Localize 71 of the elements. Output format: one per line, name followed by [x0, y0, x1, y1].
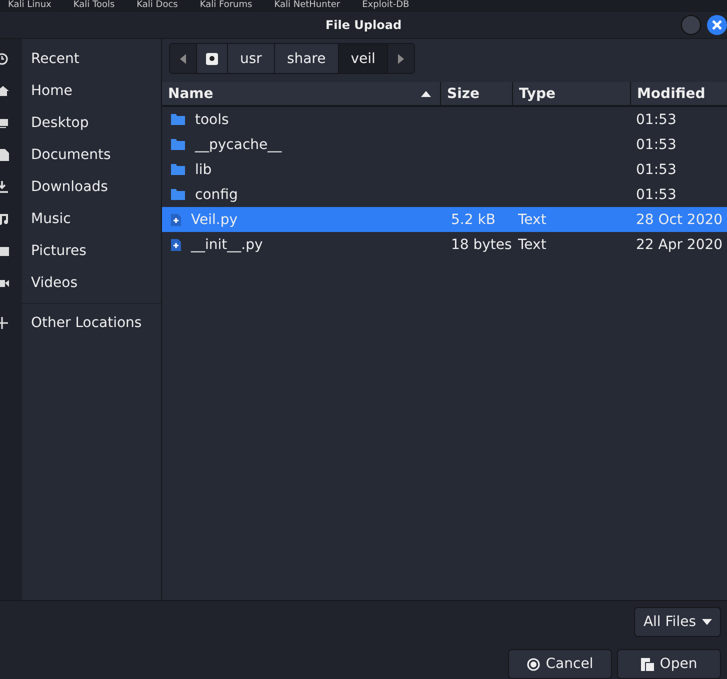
file-name: __init__.py: [191, 236, 263, 252]
folder-icon: [171, 164, 185, 175]
back-button[interactable]: [170, 44, 197, 73]
sort-up-icon: [421, 90, 431, 96]
drive-icon: [206, 52, 218, 64]
file-row[interactable]: __init__.py 18 bytes Text 22 Apr 2020: [162, 232, 727, 257]
image-icon: [0, 244, 10, 258]
column-header[interactable]: Name: [162, 82, 441, 105]
file-name: __pycache__: [195, 136, 282, 152]
bookmark-link[interactable]: Kali Tools: [73, 0, 115, 12]
path-segment[interactable]: share: [274, 44, 339, 73]
file-size: 5.2 kB: [451, 212, 496, 228]
bookmark-link[interactable]: Kali NetHunter: [274, 0, 340, 12]
music-note-icon: [0, 212, 10, 226]
sidebar-item[interactable]: Recent: [0, 43, 161, 75]
window-title: File Upload: [325, 18, 402, 32]
column-header[interactable]: Modified: [631, 82, 727, 105]
clock-icon: [0, 52, 10, 66]
plus-icon: [0, 316, 10, 330]
caret-icon: [702, 619, 712, 625]
sidebar-item[interactable]: Downloads: [0, 171, 161, 203]
bookmark-link[interactable]: Kali Linux: [8, 0, 52, 12]
cancel-button[interactable]: Cancel: [508, 649, 612, 679]
download-icon: [0, 180, 10, 194]
sidebar-item[interactable]: Music: [0, 203, 161, 235]
sidebar-item[interactable]: Documents: [0, 139, 161, 171]
file-size: 18 bytes: [451, 236, 512, 252]
left-arrow-icon: [180, 54, 186, 64]
column-header[interactable]: Type: [513, 82, 631, 105]
open-icon: [640, 658, 654, 670]
right-arrow-icon: [398, 54, 404, 64]
file-name: config: [195, 186, 238, 202]
modified-date: 01:53: [636, 112, 676, 128]
file-type: Text: [518, 236, 546, 252]
sidebar-item[interactable]: Videos: [0, 267, 161, 299]
file-filter-dropdown[interactable]: All Files: [634, 607, 721, 637]
house-icon: [0, 84, 10, 98]
file-row[interactable]: __pycache__ 01:53: [162, 132, 727, 157]
bookmark-link[interactable]: Kali Forums: [200, 0, 252, 12]
sidebar-item[interactable]: Pictures: [0, 235, 161, 267]
file-type: Text: [518, 212, 546, 228]
python-file-icon: [171, 238, 181, 250]
folder-icon: [171, 189, 185, 200]
path-segment[interactable]: veil: [338, 44, 388, 73]
file-name: tools: [195, 112, 229, 128]
modified-date: 22 Apr 2020: [636, 236, 723, 252]
sidebar-item[interactable]: Other Locations: [0, 308, 161, 338]
file-row[interactable]: lib 01:53: [162, 157, 727, 182]
modified-date: 01:53: [636, 136, 676, 152]
modified-date: 01:53: [636, 186, 676, 202]
folder-icon: [171, 114, 185, 125]
column-header[interactable]: Size: [441, 82, 513, 105]
file-row[interactable]: config 01:53: [162, 182, 727, 207]
sidebar-item[interactable]: Desktop: [0, 107, 161, 139]
bookmark-link[interactable]: Kali Docs: [136, 0, 178, 12]
sidebar-item[interactable]: Home: [0, 75, 161, 107]
file-name: lib: [195, 162, 212, 178]
bookmark-link[interactable]: Exploit-DB: [362, 0, 410, 12]
folder-icon: [171, 139, 185, 150]
document-icon: [0, 148, 10, 162]
open-button[interactable]: Open: [617, 649, 721, 679]
cancel-icon: [526, 658, 540, 670]
path-segment[interactable]: usr: [228, 44, 275, 73]
python-file-icon: [171, 214, 181, 226]
modified-date: 01:53: [636, 162, 676, 178]
file-row[interactable]: tools 01:53: [162, 107, 727, 132]
root-button[interactable]: [197, 44, 228, 73]
close-icon[interactable]: [707, 15, 727, 35]
modified-date: 28 Oct 2020: [636, 212, 723, 228]
monitor-icon: [0, 116, 10, 130]
file-name: Veil.py: [191, 212, 238, 228]
